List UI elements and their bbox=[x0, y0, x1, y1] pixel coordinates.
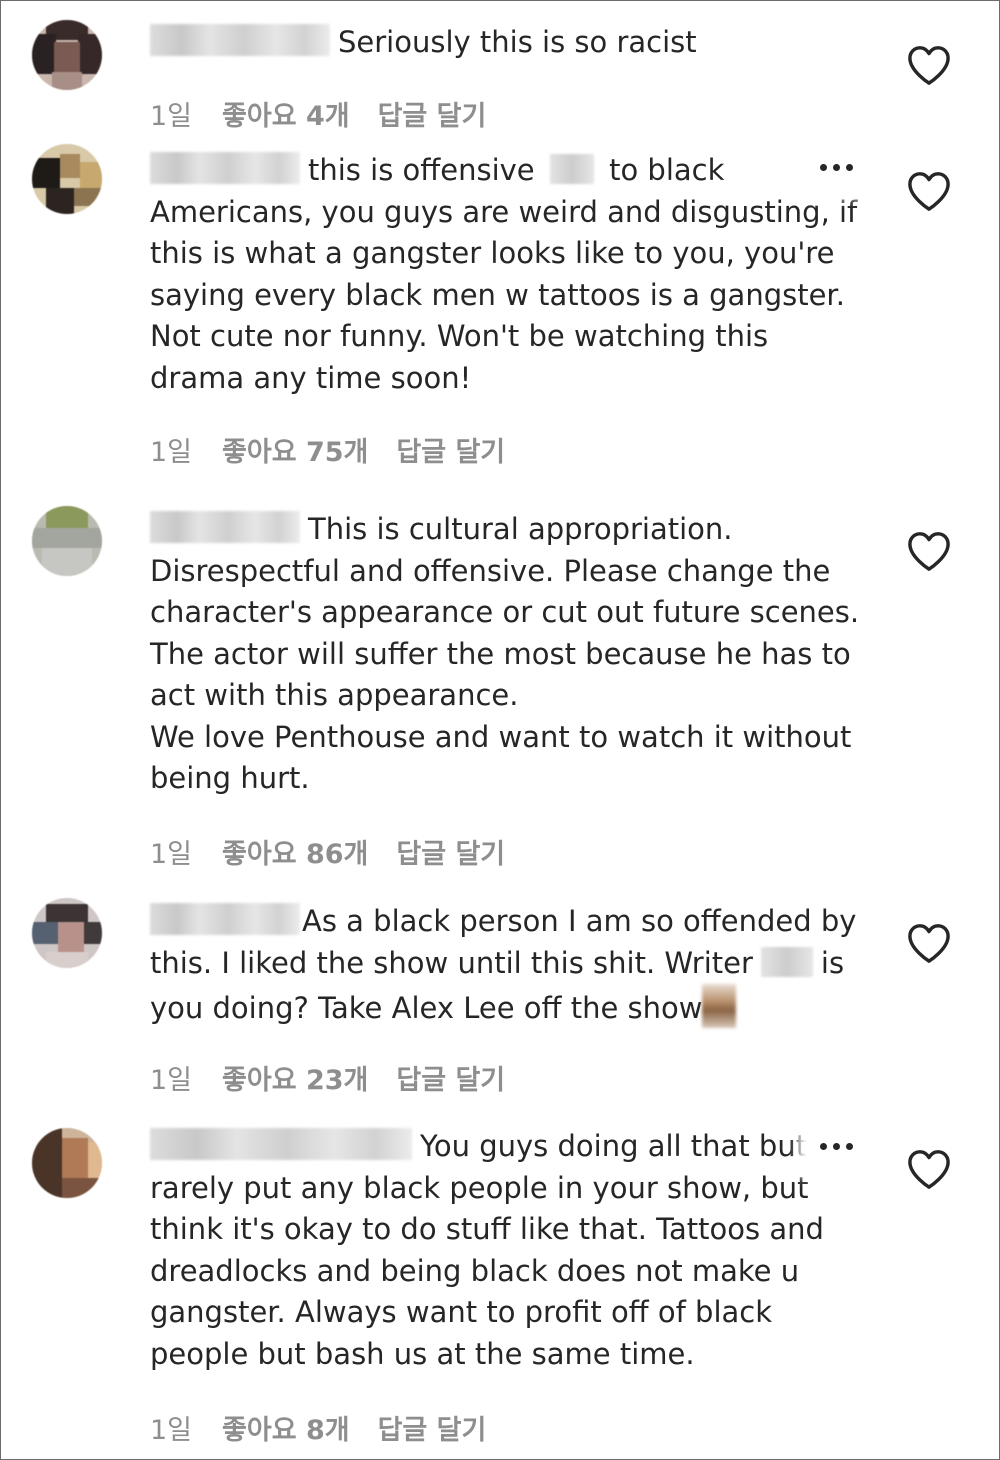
reply-button[interactable]: 답글 달기 bbox=[396, 1058, 505, 1097]
comment-meta: 1일 좋아요 86개 답글 달기 bbox=[150, 832, 533, 871]
avatar[interactable] bbox=[32, 506, 102, 576]
reply-button[interactable]: 답글 달기 bbox=[396, 832, 505, 871]
heart-outline-icon[interactable] bbox=[906, 922, 952, 964]
avatar[interactable] bbox=[32, 20, 102, 90]
comment-text: You guys doing all that but rarely put a… bbox=[150, 1128, 824, 1371]
like-count[interactable]: 좋아요 86개 bbox=[222, 832, 368, 871]
like-count[interactable]: 좋아요 4개 bbox=[222, 94, 350, 133]
like-count[interactable]: 좋아요 8개 bbox=[222, 1408, 350, 1447]
comment-meta: 1일 좋아요 4개 답글 달기 bbox=[150, 94, 514, 133]
username-redacted[interactable] bbox=[150, 511, 300, 543]
reply-button[interactable]: 답글 달기 bbox=[378, 94, 487, 133]
heart-outline-icon[interactable] bbox=[906, 170, 952, 212]
comment-meta: 1일 좋아요 8개 답글 달기 bbox=[150, 1408, 514, 1447]
emoji-redacted bbox=[760, 946, 813, 977]
comment-meta: 1일 좋아요 75개 답글 달기 bbox=[150, 430, 533, 469]
more-options-icon[interactable] bbox=[806, 1125, 866, 1169]
username-redacted[interactable] bbox=[150, 903, 300, 935]
like-count[interactable]: 좋아요 75개 bbox=[222, 430, 368, 469]
comment-time: 1일 bbox=[150, 1065, 193, 1096]
comment-meta: 1일 좋아요 23개 답글 달기 bbox=[150, 1058, 533, 1097]
heart-outline-icon[interactable] bbox=[906, 1148, 952, 1190]
username-redacted[interactable] bbox=[150, 152, 300, 184]
avatar[interactable] bbox=[32, 144, 102, 214]
reply-button[interactable]: 답글 달기 bbox=[378, 1408, 487, 1447]
comment-text: Seriously this is so racist bbox=[150, 22, 880, 64]
comment-time: 1일 bbox=[150, 839, 193, 870]
comment-time: 1일 bbox=[150, 1415, 193, 1446]
like-count[interactable]: 좋아요 23개 bbox=[222, 1058, 368, 1097]
emoji-redacted bbox=[702, 984, 737, 1028]
username-redacted[interactable] bbox=[150, 24, 330, 56]
comment-time: 1일 bbox=[150, 101, 193, 132]
comment-text: this is offensive to black Americans, yo… bbox=[150, 152, 858, 395]
more-options-icon[interactable] bbox=[806, 146, 866, 190]
comment-text: This is cultural appropriation. Disrespe… bbox=[150, 511, 860, 795]
emoji-redacted bbox=[549, 154, 594, 184]
comment-text: As a black person I am so offended by th… bbox=[150, 901, 880, 1030]
heart-outline-icon[interactable] bbox=[906, 530, 952, 572]
username-redacted[interactable] bbox=[150, 1128, 412, 1160]
reply-button[interactable]: 답글 달기 bbox=[396, 430, 505, 469]
heart-outline-icon[interactable] bbox=[906, 44, 952, 86]
comment-time: 1일 bbox=[150, 437, 193, 468]
avatar[interactable] bbox=[32, 1128, 102, 1198]
avatar[interactable] bbox=[32, 898, 102, 968]
